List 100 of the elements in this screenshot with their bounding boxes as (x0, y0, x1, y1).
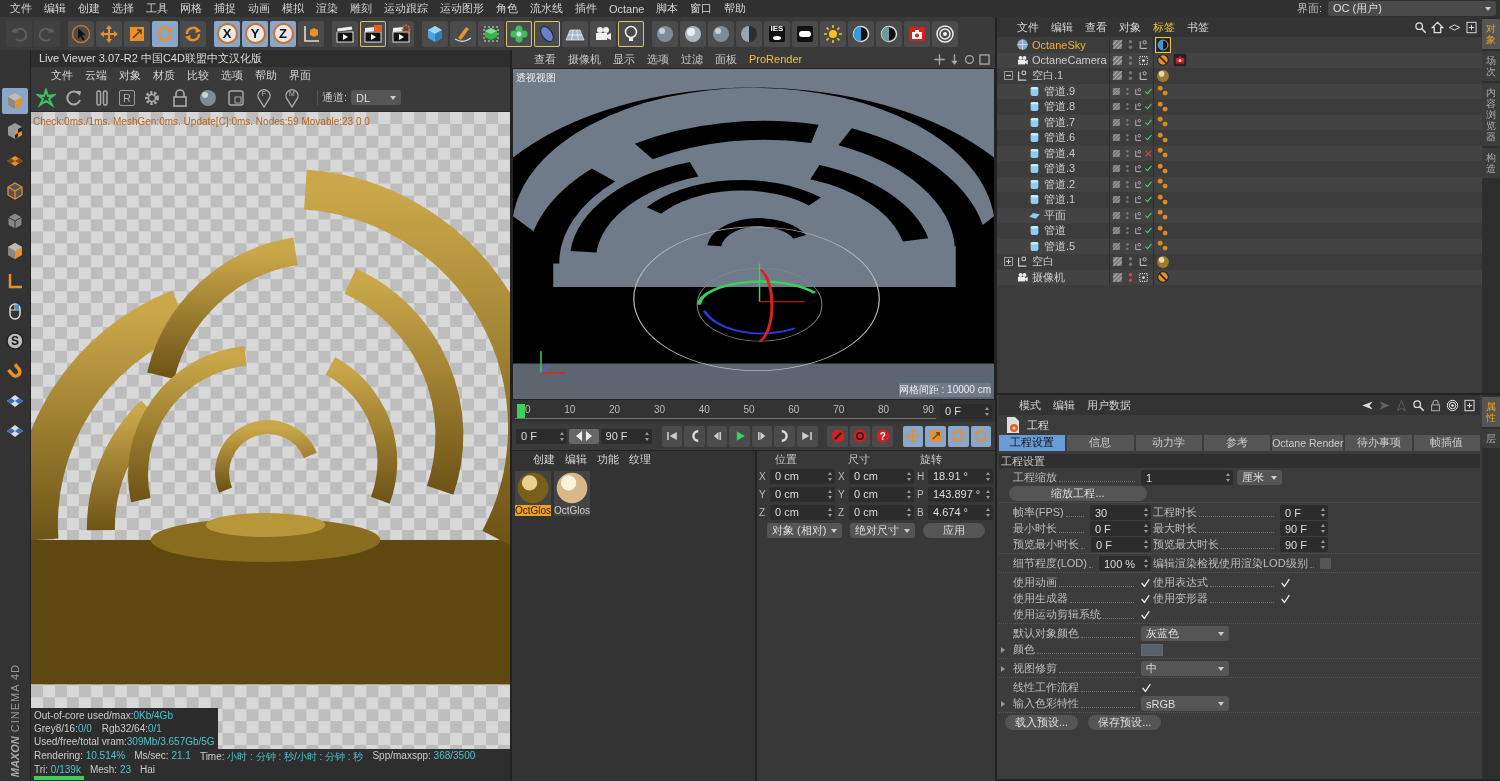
coordinate-field[interactable]: 0 cm (770, 468, 835, 484)
object-name[interactable]: 管道.4 (1044, 145, 1076, 161)
side-tab[interactable]: 层 (1482, 429, 1500, 448)
side-tab[interactable]: 场次 (1482, 51, 1500, 81)
preset-button[interactable]: 载入预设... (1005, 715, 1079, 730)
transport-button[interactable] (751, 425, 773, 447)
menu-item[interactable]: 标签 (1147, 18, 1181, 36)
transport-button[interactable] (661, 425, 683, 447)
object-name[interactable]: 管道.2 (1044, 176, 1076, 192)
menu-item[interactable]: 选项 (641, 51, 675, 67)
tool-button[interactable] (680, 20, 706, 47)
menu-item[interactable]: 文件 (1011, 18, 1045, 36)
menu-item[interactable]: 书签 (1181, 18, 1215, 36)
checkbox[interactable] (1141, 682, 1152, 693)
tool-button[interactable]: S (2, 328, 28, 354)
object-name[interactable]: 管道.5 (1044, 238, 1076, 254)
checkbox[interactable] (1140, 593, 1151, 604)
menu-item[interactable]: 编辑 (1045, 18, 1079, 36)
render-region-button[interactable]: R (119, 89, 135, 106)
tool-button[interactable]: X (214, 20, 240, 47)
menu-item[interactable]: 窗口 (684, 0, 719, 17)
transport-button[interactable] (684, 425, 705, 447)
transport-button[interactable] (729, 425, 750, 447)
menu-item[interactable]: 角色 (490, 0, 524, 17)
side-tab[interactable]: 对象 (1482, 19, 1500, 49)
frame-field[interactable]: 0 F (940, 403, 992, 419)
number-field[interactable]: 0 F (1089, 521, 1151, 536)
menu-item[interactable]: 选项 (215, 67, 249, 84)
transport-button[interactable] (796, 425, 818, 447)
tool-button[interactable] (422, 20, 448, 47)
menu-item[interactable]: 面板 (709, 51, 743, 67)
tool-button[interactable]: IES (764, 20, 790, 47)
menu-item[interactable]: 摄像机 (562, 51, 607, 67)
object-name[interactable]: OctaneCamera (1032, 54, 1107, 67)
menu-item[interactable]: 脚本 (650, 0, 685, 17)
tool-button[interactable] (708, 20, 734, 47)
menu-item[interactable]: 渲染 (310, 0, 344, 17)
expand-toggle[interactable] (1004, 257, 1013, 267)
tool-button[interactable] (876, 20, 902, 47)
apply-button[interactable]: 应用 (923, 523, 985, 538)
tab[interactable]: 帧插值 (1413, 435, 1480, 451)
material-thumbnail[interactable]: OctGlos (554, 471, 590, 516)
menu-item[interactable]: 网格 (174, 0, 208, 17)
menu-item[interactable]: 查看 (528, 51, 562, 67)
menu-item[interactable]: 比较 (181, 67, 215, 84)
menu-item[interactable]: 编辑 (38, 0, 72, 17)
menu-item[interactable]: 模式 (1013, 396, 1047, 414)
layout-dropdown[interactable]: OC (用户) (1328, 1, 1496, 16)
tool-button[interactable] (932, 20, 958, 47)
menu-item[interactable]: 工具 (140, 0, 174, 17)
menu-item[interactable]: ProRender (743, 53, 809, 65)
tool-button[interactable] (562, 20, 588, 47)
menu-item[interactable]: 文件 (4, 0, 38, 17)
object-name[interactable]: OctaneSky (1032, 38, 1086, 51)
expand-arrow[interactable] (1001, 666, 1005, 672)
coordinate-field[interactable]: 143.897 ° (928, 486, 993, 502)
tool-button[interactable] (848, 20, 874, 47)
object-name[interactable]: 管道.3 (1044, 161, 1076, 177)
menu-item[interactable]: 纹理 (624, 452, 656, 467)
menu-item[interactable]: 流水线 (524, 0, 569, 17)
number-field[interactable]: 0 F (1091, 537, 1151, 552)
menu-item[interactable]: 显示 (607, 51, 641, 67)
menu-item[interactable]: 编辑 (1047, 396, 1081, 414)
dropdown[interactable]: 灰蓝色 (1141, 626, 1229, 641)
tab[interactable]: 动力学 (1135, 435, 1202, 451)
menu-item[interactable]: 用户数据 (1081, 396, 1137, 414)
transport-button[interactable] (774, 425, 795, 447)
menu-item[interactable]: 雕刻 (344, 0, 378, 17)
dropdown[interactable]: sRGB (1141, 696, 1229, 711)
menu-item[interactable]: 功能 (592, 452, 624, 467)
tool-button[interactable] (534, 20, 560, 47)
menu-item[interactable]: 运动图形 (434, 0, 490, 17)
object-name[interactable]: 管道.9 (1044, 83, 1076, 99)
menu-item[interactable]: 界面 (283, 67, 317, 84)
start-frame-field[interactable]: 0 F (516, 428, 568, 444)
tool-button[interactable] (792, 20, 818, 47)
object-name[interactable]: 管道.6 (1044, 130, 1076, 146)
object-name[interactable]: 管道.8 (1044, 99, 1076, 115)
channel-dropdown[interactable]: DL (351, 90, 402, 105)
checkbox[interactable] (1140, 609, 1151, 620)
coordinate-field[interactable]: 4.674 ° (928, 504, 993, 520)
menu-item[interactable]: 插件 (569, 0, 603, 17)
coordinate-field[interactable]: 0 cm (849, 486, 914, 502)
unit-dropdown[interactable]: 厘米 (1237, 470, 1282, 485)
tool-button[interactable] (388, 20, 414, 47)
tool-button[interactable] (590, 20, 616, 47)
menu-item[interactable]: 材质 (147, 67, 181, 84)
object-name[interactable]: 空白 (1032, 254, 1054, 270)
checkbox[interactable] (1140, 577, 1151, 588)
menu-item[interactable]: 对象 (113, 67, 147, 84)
transport-button[interactable] (706, 425, 728, 447)
menu-item[interactable]: 编辑 (560, 452, 592, 467)
checkbox[interactable] (1280, 577, 1291, 588)
tool-button[interactable] (618, 20, 644, 47)
menu-item[interactable]: 创建 (72, 0, 106, 17)
menu-item[interactable]: 过滤 (675, 51, 709, 67)
expand-arrow[interactable] (1001, 701, 1005, 707)
tool-button[interactable] (298, 20, 324, 47)
object-name[interactable]: 管道.7 (1044, 114, 1076, 130)
tool-button[interactable] (360, 20, 386, 47)
